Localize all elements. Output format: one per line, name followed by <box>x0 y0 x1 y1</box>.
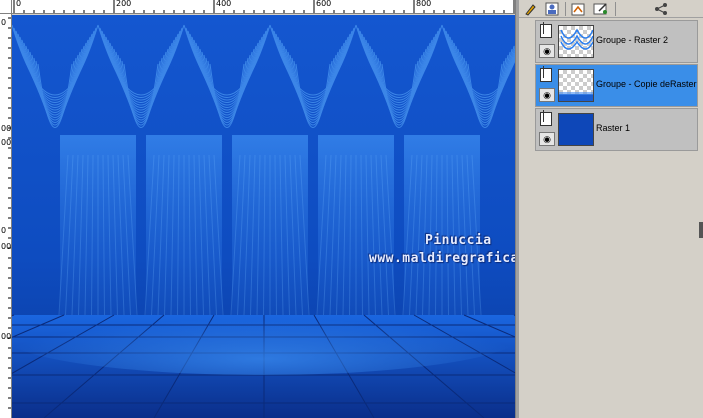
visibility-eye-icon[interactable]: ◉ <box>539 88 555 102</box>
brush-icon[interactable] <box>521 1 541 17</box>
panel-collapse-handle[interactable] <box>699 222 703 238</box>
layer-thumbnail <box>558 113 594 146</box>
ruler-left-label: 00 <box>1 332 12 341</box>
ruler-left-label: 00 <box>1 138 12 147</box>
ruler-top-label: 400 <box>216 0 232 8</box>
layer-name: Groupe - Raster 2 <box>596 35 669 45</box>
layers-panel: ◉ Groupe - Raster 2 ◉ Groupe - Copie deR… <box>519 0 703 418</box>
app-window: 0 200 400 600 800 0 00 00 0 00 00 Pinucc… <box>0 0 703 418</box>
artwork <box>12 15 515 418</box>
edit-icon[interactable] <box>591 1 611 17</box>
layer-link-icon[interactable] <box>540 22 552 38</box>
toolbar-separator <box>565 2 566 16</box>
ruler-top[interactable]: 0 200 400 600 800 <box>0 0 515 14</box>
layer-link-icon[interactable] <box>540 66 552 82</box>
layer-properties-icon[interactable] <box>568 1 588 17</box>
layer-row-copie-raster-group[interactable]: ◉ Groupe - Copie deRaster <box>535 64 698 107</box>
toolbar-separator <box>615 2 616 16</box>
image-canvas[interactable]: Pinuccia www.maldiregrafica.eu <box>12 15 515 418</box>
visibility-eye-icon[interactable]: ◉ <box>539 132 555 146</box>
layer-row-raster-2-group[interactable]: ◉ Groupe - Raster 2 <box>535 20 698 63</box>
ruler-left-label: 00 <box>1 124 12 133</box>
ruler-top-label: 0 <box>16 0 22 8</box>
ruler-left-label: 0 <box>1 226 7 235</box>
layer-controls: ◉ <box>536 65 558 106</box>
ruler-left[interactable]: 0 00 00 0 00 00 <box>0 14 12 418</box>
ruler-left-ticks <box>8 17 11 409</box>
share-icon[interactable] <box>651 1 671 17</box>
layer-controls: ◉ <box>536 21 558 62</box>
layers-toolbar <box>519 0 703 18</box>
layer-name: Groupe - Copie deRaster <box>596 79 697 89</box>
layer-name: Raster 1 <box>596 123 631 133</box>
layer-link-icon[interactable] <box>540 110 552 126</box>
ruler-top-label: 600 <box>316 0 332 8</box>
layer-thumbnail <box>558 69 594 102</box>
layer-row-raster-1[interactable]: ◉ Raster 1 <box>535 108 698 151</box>
layer-thumbnail <box>558 25 594 58</box>
watermark-url: www.maldiregrafica.eu <box>369 251 515 266</box>
watermark-name: Pinuccia <box>425 233 492 248</box>
person-icon[interactable] <box>542 1 562 17</box>
ruler-left-label: 00 <box>1 242 12 251</box>
ruler-left-label: 0 <box>1 18 7 27</box>
ruler-top-label: 200 <box>116 0 132 8</box>
ruler-corner <box>0 0 12 14</box>
layer-controls: ◉ <box>536 109 558 150</box>
ruler-top-ticks <box>13 0 515 13</box>
visibility-eye-icon[interactable]: ◉ <box>539 44 555 58</box>
ruler-top-label: 800 <box>416 0 432 8</box>
